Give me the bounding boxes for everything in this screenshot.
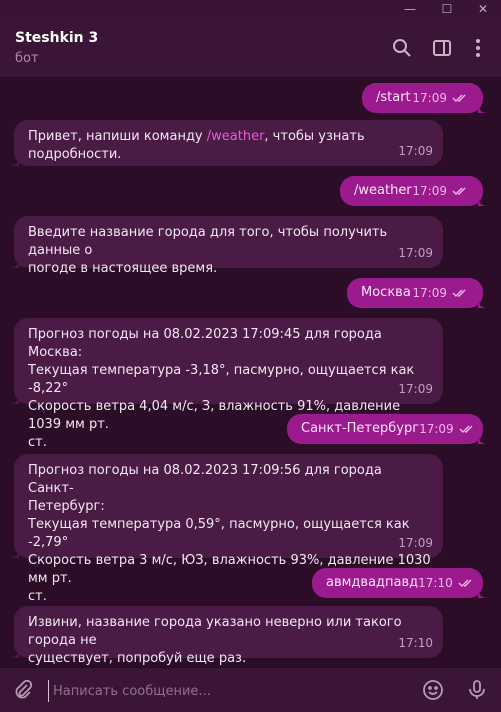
message-text: Санкт-Петербург xyxy=(301,421,420,436)
message-time: 17:09 xyxy=(412,184,447,198)
message-time: 17:09 xyxy=(419,422,454,436)
message-time: 17:09 xyxy=(398,536,433,550)
maximize-button[interactable]: ☐ xyxy=(429,0,465,20)
outgoing-message[interactable]: /weather 17:09 xyxy=(340,176,488,206)
bubble-tail xyxy=(9,258,19,268)
incoming-message[interactable]: Прогноз погоды на 08.02.2023 17:09:56 дл… xyxy=(9,454,443,604)
message-time: 17:10 xyxy=(418,576,453,590)
message-text: Москва xyxy=(361,285,411,300)
message-text: Введите название города для того, чтобы … xyxy=(28,225,388,276)
message-text: авмдвадпавд xyxy=(326,575,419,590)
message-time: 17:09 xyxy=(398,382,433,396)
incoming-message[interactable]: Прогноз погоды на 08.02.2023 17:09:45 дл… xyxy=(9,318,443,450)
chat-header: Steshkin 3 бот xyxy=(0,20,501,78)
bubble-tail xyxy=(9,648,19,658)
incoming-message[interactable]: Введите название города для того, чтобы … xyxy=(9,216,443,276)
bubble-tail xyxy=(478,298,488,308)
attach-icon[interactable] xyxy=(11,678,35,702)
close-window-button[interactable]: ✕ xyxy=(465,0,501,20)
bubble-tail xyxy=(478,103,488,113)
incoming-message[interactable]: Извини, название города указано неверно … xyxy=(9,606,443,666)
message-composer xyxy=(0,667,501,712)
window-titlebar: — ☐ ✕ xyxy=(0,0,501,20)
message-time: 17:09 xyxy=(398,144,433,158)
message-time: 17:09 xyxy=(412,91,447,105)
message-time: 17:09 xyxy=(412,286,447,300)
read-ticks-icon xyxy=(452,187,466,195)
message-text: Привет, напиши команду /weather, чтобы у… xyxy=(28,129,369,162)
bubble-tail xyxy=(9,548,19,558)
bubble-tail xyxy=(478,588,488,598)
read-ticks-icon xyxy=(458,579,472,587)
message-text: /weather xyxy=(354,183,412,198)
read-ticks-icon xyxy=(452,289,466,297)
microphone-icon[interactable] xyxy=(465,678,489,702)
outgoing-message[interactable]: /start 17:09 xyxy=(362,83,488,113)
more-options-icon[interactable] xyxy=(466,36,490,60)
bubble-tail xyxy=(478,434,488,444)
search-icon[interactable] xyxy=(390,36,414,60)
bubble-tail xyxy=(478,196,488,206)
read-ticks-icon xyxy=(452,94,466,102)
chat-title[interactable]: Steshkin 3 xyxy=(15,30,98,46)
incoming-message[interactable]: Привет, напиши команду /weather, чтобы у… xyxy=(9,120,443,166)
chat-subtitle: бот xyxy=(15,51,39,66)
bubble-tail xyxy=(9,156,19,166)
read-ticks-icon xyxy=(459,425,473,433)
outgoing-message[interactable]: Санкт-Петербург 17:09 xyxy=(287,414,488,444)
message-list[interactable]: /start 17:09 Привет, напиши команду /wea… xyxy=(0,78,501,666)
bubble-tail xyxy=(9,394,19,404)
outgoing-message[interactable]: Москва 17:09 xyxy=(347,278,488,308)
sidebar-toggle-icon[interactable] xyxy=(430,36,454,60)
message-text: /start xyxy=(376,90,411,105)
minimize-button[interactable]: — xyxy=(392,0,428,20)
message-time: 17:09 xyxy=(398,246,433,260)
emoji-icon[interactable] xyxy=(421,678,445,702)
message-time: 17:10 xyxy=(398,636,433,650)
outgoing-message[interactable]: авмдвадпавд 17:10 xyxy=(312,568,488,598)
bot-command-link[interactable]: /weather xyxy=(207,129,265,144)
message-input[interactable] xyxy=(48,680,405,702)
message-text: Извини, название города указано неверно … xyxy=(28,615,402,666)
